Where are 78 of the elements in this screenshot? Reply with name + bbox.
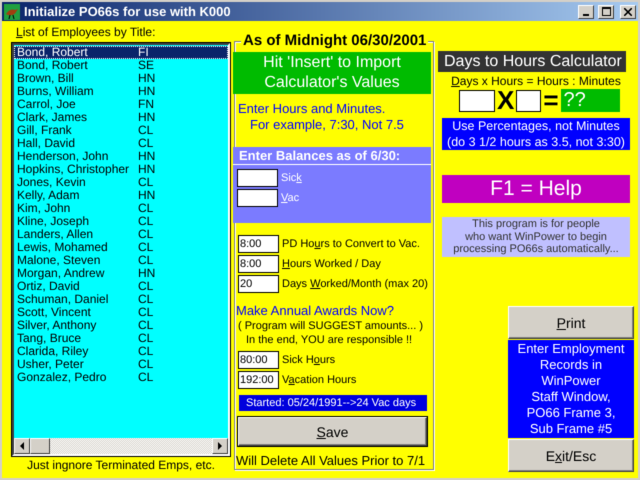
calculator-title: Days to Hours Calculator [438,51,626,72]
employee-row[interactable]: Brown, Bill HN [14,72,228,85]
input-field[interactable]: 80:00 [238,351,279,369]
awards-note: In the end, YOU are responsible !! [245,333,412,347]
employee-row[interactable]: Gill, Frank CL [14,124,228,137]
input-field[interactable]: 8:00 [238,235,279,253]
input-field[interactable] [237,189,278,207]
exit-button[interactable]: Exit/Esc [508,439,634,472]
maximize-button[interactable] [598,4,614,18]
employee-row[interactable]: Kim, John CL [14,202,228,215]
scrollbar-thumb[interactable] [30,438,50,454]
employee-row[interactable]: Jones, Kevin CL [14,176,228,189]
employee-row[interactable]: Schuman, Daniel CL [14,293,228,306]
awards-heading: Make Annual Awards Now? [235,303,396,319]
employee-row[interactable]: Burns, William HN [14,85,228,98]
employee-row[interactable]: Silver, Anthony CL [14,319,228,332]
minimize-icon [583,14,589,16]
employee-row[interactable]: Kelly, Adam HN [14,189,228,202]
field-label: Days Worked/Month (max 20) [282,278,428,290]
employee-row[interactable]: Carrol, Joe FN [14,98,228,111]
employee-row[interactable]: Scott, Vincent CL [14,306,228,319]
employee-row[interactable]: Morgan, Andrew HN [14,267,228,280]
awards-note: ( Program will SUGGEST amounts... ) [237,319,424,333]
close-icon [624,8,632,16]
percentages-note: Use Percentages, not Minutes (do 3 1/2 hours as 3.5, not 3:30) [442,118,630,150]
employee-row[interactable]: Kline, Joseph CL [14,215,228,228]
employee-row[interactable]: Tang, Bruce CL [14,332,228,345]
employee-list[interactable] [12,43,230,456]
employee-row[interactable]: Hall, David CL [14,137,228,150]
employee-row[interactable]: Clarida, Riley CL [14,345,228,358]
minimize-button[interactable] [578,4,594,18]
employee-row[interactable]: Landers, Allen CL [14,228,228,241]
employee-row[interactable]: Bond, Robert FI [14,46,228,59]
right-arrow-icon[interactable] [217,442,223,450]
help-banner: F1 = Help [442,175,630,203]
input-field[interactable]: 192:00 [238,371,279,389]
hours-field[interactable] [516,90,542,112]
import-banner: Hit 'Insert' to Import Calculator's Values [233,52,431,94]
employee-row[interactable]: Hopkins, Christopher HN [14,163,228,176]
employee-row[interactable]: Malone, Steven CL [14,254,228,267]
balances-heading: Enter Balances as of 6/30: [233,148,431,165]
employee-row[interactable]: Clark, James HN [14,111,228,124]
input-field[interactable]: 20 [238,275,279,293]
employee-row[interactable]: Gonzalez, Pedro CL [14,371,228,384]
equals-sign: = [543,89,559,112]
input-field[interactable] [237,169,278,187]
employee-row[interactable]: Usher, Peter CL [14,358,228,371]
employment-note: Enter Employment Records in WinPower Staff Window, PO66 Frame 3, Sub Frame #5 [508,340,634,438]
employee-row[interactable]: Ortiz, David CL [14,280,228,293]
input-field[interactable]: 8:00 [238,255,279,273]
employee-row[interactable]: Bond, Robert SE [14,59,228,72]
close-button[interactable] [620,4,636,18]
horizontal-scrollbar[interactable] [14,438,228,454]
print-button[interactable]: Print [508,306,634,339]
warning-text: Will Delete All Values Prior to 7/1 [235,453,426,469]
about-text: This program is for people who want WinPower to begin processing PO66s automatically... [442,217,630,256]
group-legend: As of Midnight 06/30/2001 [241,32,428,50]
times-sign: X [497,89,514,112]
days-field[interactable] [459,90,495,112]
list-caption: List of Employees by Title: [15,24,156,40]
maximize-icon [602,7,610,16]
employee-row[interactable]: Henderson, John HN [14,150,228,163]
bird-icon [4,4,20,20]
field-label: Vacation Hours [282,374,356,386]
left-arrow-icon[interactable] [19,442,25,450]
employee-row[interactable]: Lewis, Mohamed CL [14,241,228,254]
result-value: ?? [560,89,620,112]
formula-label: Days x Hours = Hours : Minutes [450,75,622,88]
field-label: Sick Hours [282,354,336,366]
field-label: Hours Worked / Day [282,258,381,270]
instructions-text: Enter Hours and Minutes. For example, 7:30, Not 7.5 [237,100,405,133]
field-label: PD Hours to Convert to Vac. [282,238,420,250]
field-label: Sick [281,172,302,184]
field-label: Vac [281,192,300,204]
window-title: Initialize PO66s for use with K000 [24,4,232,19]
save-button[interactable]: Save [238,417,427,446]
list-footer: Just ingnore Terminated Emps, etc. [12,458,230,472]
started-info: Started: 05/24/1991-->24 Vac days [239,395,427,411]
